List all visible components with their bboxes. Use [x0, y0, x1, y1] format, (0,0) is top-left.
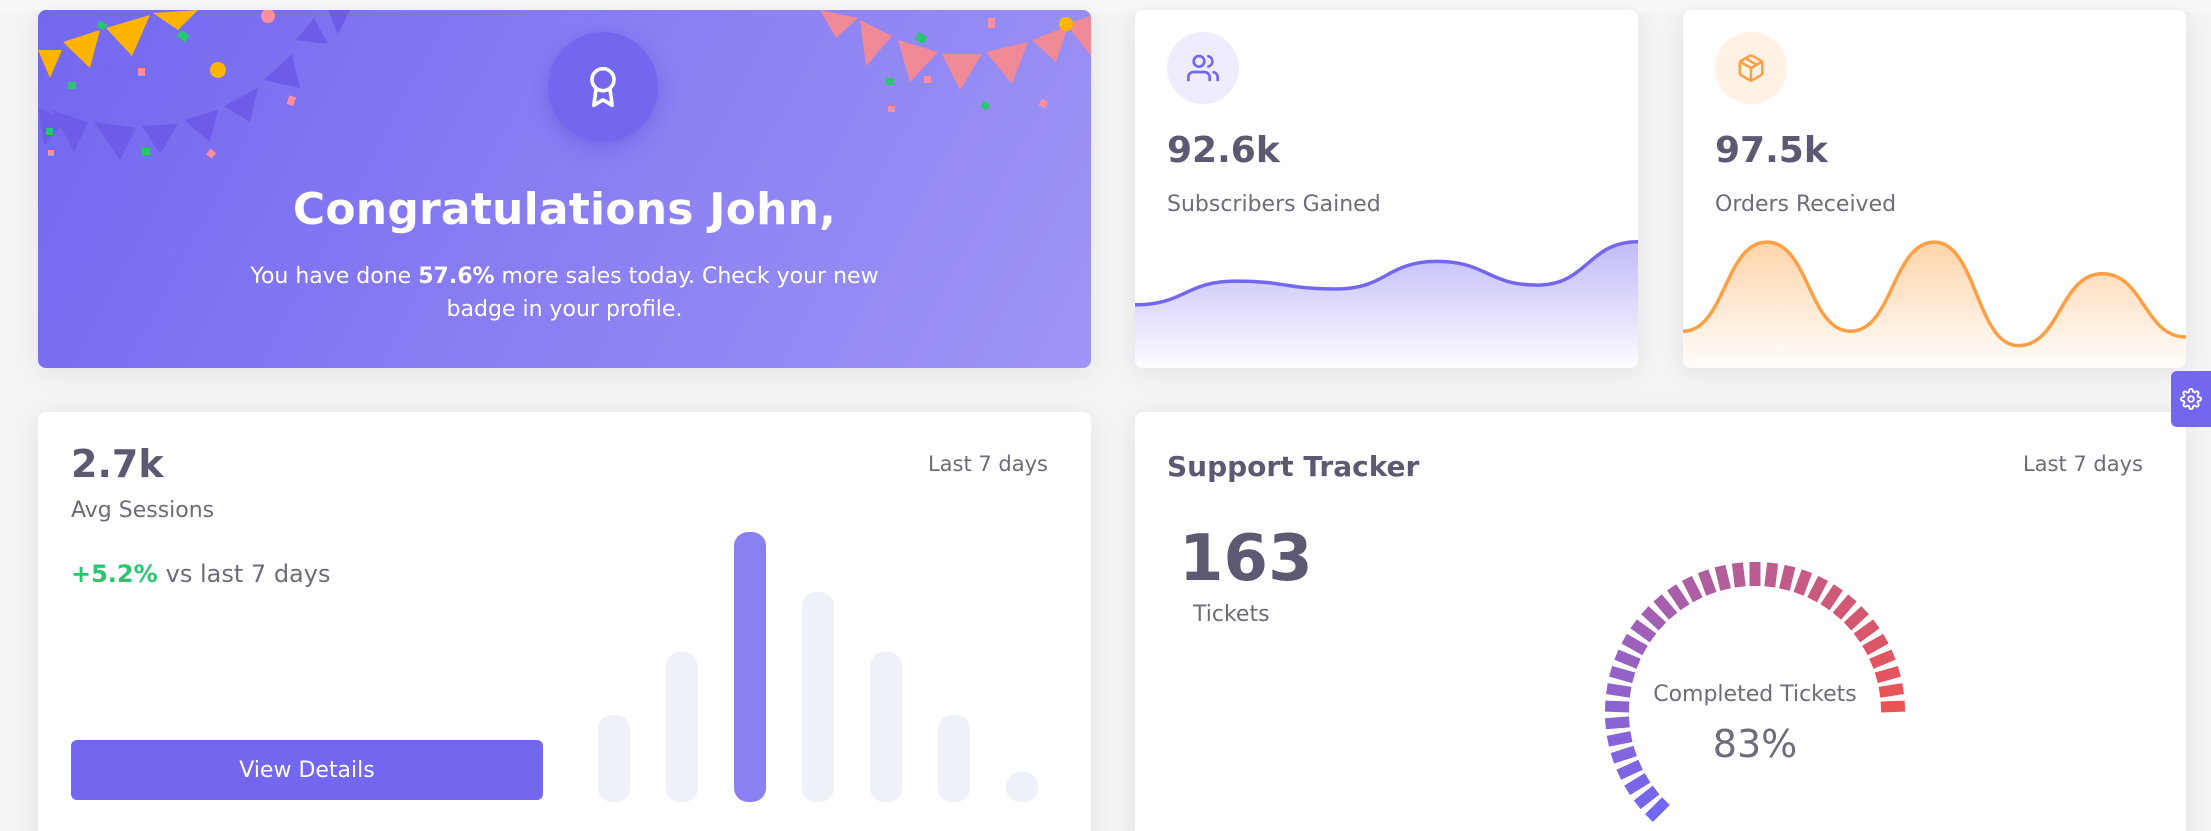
- gauge-segment: [1645, 797, 1670, 822]
- subscribers-area-chart: [1135, 239, 1638, 368]
- sessions-change: +5.2% vs last 7 days: [71, 560, 330, 588]
- support-tracker-title: Support Tracker: [1167, 450, 1420, 483]
- gauge-segment: [1869, 649, 1896, 669]
- tickets-label: Tickets: [1193, 602, 1270, 627]
- users-icon: [1187, 54, 1219, 82]
- gauge-segment: [1731, 562, 1746, 588]
- subscribers-gained-card: 92.6k Subscribers Gained: [1135, 10, 1638, 368]
- avg-sessions-card: 2.7k Avg Sessions +5.2% vs last 7 days La…: [38, 412, 1091, 831]
- gauge-segment: [1793, 569, 1813, 596]
- gauge-segment: [1862, 633, 1889, 656]
- gauge-segment: [1682, 575, 1703, 603]
- subscribers-area-fill: [1135, 241, 1638, 368]
- gauge-segment: [1624, 773, 1651, 796]
- gauge-label: Completed Tickets: [1653, 682, 1857, 707]
- orders-received-card: 97.5k Orders Received: [1683, 10, 2186, 368]
- session-bar-1: [598, 715, 630, 802]
- session-bar-6: [938, 715, 970, 802]
- congratulations-title: Congratulations John,: [292, 184, 837, 235]
- gauge-segment: [1667, 584, 1690, 611]
- gauge-segment: [1832, 594, 1857, 620]
- sessions-value: 2.7k: [71, 442, 164, 486]
- settings-icon: [2180, 388, 2202, 410]
- sessions-label: Avg Sessions: [71, 498, 215, 523]
- award-icon: [590, 66, 616, 108]
- gauge-segment: [1653, 594, 1678, 620]
- gauge-segment: [1616, 759, 1643, 780]
- sessions-change-text: vs last 7 days: [165, 560, 331, 588]
- gauge-segment: [1621, 633, 1648, 656]
- gauge-segment: [1853, 619, 1880, 643]
- gauge-segment: [1641, 606, 1667, 631]
- customizer-toggle[interactable]: [2171, 371, 2211, 427]
- award-badge: [548, 32, 658, 142]
- gauge-segment: [1697, 569, 1717, 596]
- tracker-range-dropdown[interactable]: Last 7 days: [2023, 452, 2143, 476]
- support-tracker-card: Support Tracker Last 7 days 163 Tickets …: [1135, 412, 2186, 831]
- view-details-button[interactable]: View Details: [71, 740, 543, 800]
- gauge-segment: [1614, 649, 1641, 669]
- orders-area-chart: [1683, 240, 2186, 368]
- session-bar-3: [734, 532, 766, 802]
- orders-value: 97.5k: [1715, 130, 1828, 171]
- congratulations-card: Congratulations John, You have done 57.6…: [38, 10, 1091, 368]
- sales-percentage: 57.6%: [418, 264, 495, 289]
- gauge-segment: [1714, 564, 1731, 591]
- session-bar-7: [1006, 772, 1038, 802]
- package-icon: [1738, 54, 1764, 82]
- gauge-segment: [1633, 785, 1660, 810]
- gauge-segment: [1609, 665, 1636, 684]
- subscribers-value: 92.6k: [1167, 130, 1280, 171]
- sessions-range-dropdown[interactable]: Last 7 days: [928, 452, 1048, 476]
- congratulations-message: You have done 57.6% more sales today. Ch…: [250, 264, 879, 322]
- tickets-total: 163: [1179, 522, 1313, 596]
- session-bar-5: [870, 652, 902, 802]
- sessions-change-pct: +5.2%: [71, 560, 158, 588]
- gauge-segment: [1779, 564, 1796, 591]
- gauge-value: 83%: [1712, 722, 1798, 766]
- gauge-segment: [1630, 619, 1657, 643]
- session-bar-4: [802, 592, 834, 802]
- sessions-bar-chart: [598, 532, 1038, 802]
- orders-area-fill: [1683, 242, 2186, 368]
- gauge-segment: [1764, 562, 1779, 588]
- orders-icon-badge: [1715, 32, 1787, 104]
- gauge-segment: [1843, 606, 1869, 631]
- session-bar-2: [666, 652, 698, 802]
- gauge-segment: [1820, 584, 1843, 611]
- gauge-segment: [1874, 665, 1901, 684]
- gauge-segment: [1807, 575, 1828, 603]
- subscribers-icon-badge: [1167, 32, 1239, 104]
